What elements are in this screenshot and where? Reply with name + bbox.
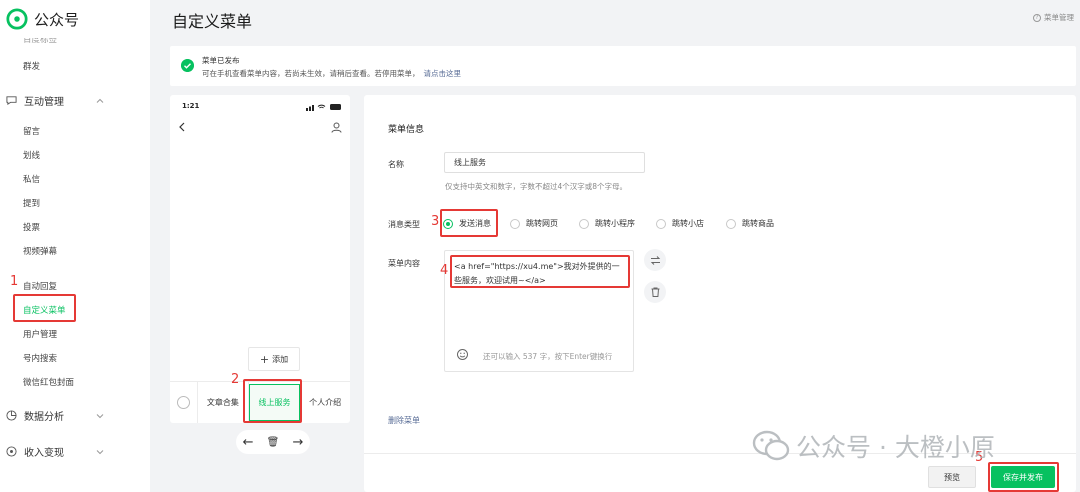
menu-help-link[interactable]: ? 菜单管理 (1033, 12, 1074, 23)
sidebar-item-underline[interactable]: 划线 (23, 149, 40, 161)
char-count-hint: 还可以输入 537 字，按下Enter键换行 (483, 352, 613, 361)
radio-open-webpage[interactable]: 跳转网页 (510, 218, 558, 229)
radio-icon (726, 218, 736, 229)
delete-menu-link[interactable]: 删除菜单 (388, 415, 420, 426)
delete-content-button[interactable] (644, 281, 666, 303)
check-circle-icon (181, 59, 194, 72)
watermark: 公众号 · 大橙小原 (752, 428, 995, 464)
name-label: 名称 (388, 160, 404, 169)
sidebar-group-label: 互动管理 (24, 97, 64, 108)
menu-order-controls: ← 🗑 → (236, 430, 310, 454)
sidebar-item-comments[interactable]: 留言 (23, 125, 40, 137)
chevron-up-icon (96, 98, 104, 103)
add-menu-label: 添加 (272, 354, 289, 364)
annotation-number-3: 3 (431, 214, 440, 229)
notice-body: 可在手机查看菜单内容，若尚未生效，请稍后查看。若停用菜单， (202, 69, 420, 78)
sidebar-item-mass-send[interactable]: 群发 (23, 60, 40, 72)
help-link-label: 菜单管理 (1044, 13, 1074, 22)
radio-label: 跳转小店 (672, 219, 704, 228)
radio-icon (579, 218, 589, 229)
sidebar-group-analytics[interactable]: 数据分析 (6, 408, 116, 423)
brand-logo[interactable]: 公众号 (6, 8, 79, 30)
swap-button[interactable] (644, 249, 666, 271)
notice-title: 菜单已发布 (202, 56, 240, 65)
coin-icon (6, 446, 17, 457)
type-label: 消息类型 (388, 220, 420, 229)
wechat-bubble-icon (752, 430, 790, 461)
sidebar-item-votes[interactable]: 投票 (23, 221, 40, 233)
watermark-text: 公众号 · 大橙小原 (796, 433, 995, 462)
menu-item-about[interactable]: 个人介绍 (300, 382, 350, 423)
notice-link[interactable]: 请点击这里 (424, 69, 462, 78)
sidebar-item-mentions[interactable]: 提到 (23, 197, 40, 209)
radio-open-miniprogram[interactable]: 跳转小程序 (579, 218, 635, 229)
name-hint: 仅支持中英文和数字，字数不超过4个汉字或8个字母。 (445, 182, 628, 191)
page-title: 自定义菜单 (172, 12, 253, 31)
radio-label: 跳转小程序 (595, 219, 635, 228)
sidebar-group-revenue[interactable]: 收入变现 (6, 444, 116, 459)
radio-icon (656, 218, 666, 229)
annotation-box-5 (988, 462, 1059, 492)
chevron-down-icon (96, 449, 104, 454)
keyboard-icon (177, 396, 190, 409)
annotation-box-3 (440, 209, 498, 237)
phone-time: 1:21 (182, 102, 200, 110)
swap-icon (650, 255, 660, 265)
notice-text: 可在手机查看菜单内容，若尚未生效，请稍后查看。若停用菜单， 请点击这里 (202, 68, 461, 79)
annotation-box-2 (243, 379, 302, 423)
section-title: 菜单信息 (388, 125, 425, 135)
phone-preview: 1:21 + 添加 文章合集 线上服务 个人介绍 (170, 95, 350, 423)
keyboard-switch[interactable] (170, 382, 198, 423)
chevron-down-icon (96, 413, 104, 418)
radio-open-shop[interactable]: 跳转小店 (656, 218, 704, 229)
brand-name: 公众号 (34, 10, 80, 29)
trash-icon[interactable]: 🗑 (267, 437, 280, 448)
plus-icon: + (259, 352, 270, 366)
preview-button[interactable]: 预览 (928, 466, 976, 488)
sidebar-item-auto-reply[interactable]: 自动回复 (23, 280, 57, 292)
annotation-box-1 (13, 294, 76, 322)
sidebar-item-messages[interactable]: 私信 (23, 173, 40, 185)
chart-icon (6, 410, 17, 421)
sidebar-item-red-packet[interactable]: 微信红包封面 (23, 376, 74, 388)
annotation-box-4 (450, 255, 630, 288)
annotation-number-2: 2 (231, 372, 240, 387)
user-icon[interactable] (331, 122, 342, 133)
sidebar-item-search[interactable]: 号内搜索 (23, 352, 57, 364)
move-right-icon[interactable]: → (293, 435, 304, 450)
comment-icon (6, 96, 17, 106)
add-menu-button[interactable]: + 添加 (248, 347, 300, 371)
emoji-icon[interactable] (457, 349, 468, 360)
trash-icon (651, 287, 659, 297)
sidebar-item-cut[interactable]: 百度标签 (23, 38, 57, 45)
sidebar: 公众号 百度标签 群发 互动管理 留言 划线 私信 提到 投票 视频弹幕 自动回… (0, 0, 150, 492)
sidebar-group-label: 数据分析 (24, 412, 64, 423)
back-icon[interactable] (178, 122, 186, 132)
radio-label: 跳转网页 (526, 219, 558, 228)
sidebar-group-label: 收入变现 (24, 448, 64, 459)
sidebar-group-interact[interactable]: 互动管理 (6, 93, 116, 108)
publish-notice: 菜单已发布 可在手机查看菜单内容，若尚未生效，请稍后查看。若停用菜单， 请点击这里 (170, 46, 1076, 86)
content-label: 菜单内容 (388, 259, 420, 268)
radio-icon (510, 218, 520, 229)
annotation-number-4: 4 (440, 263, 449, 278)
sidebar-item-danmaku[interactable]: 视频弹幕 (23, 245, 57, 257)
menu-name-input[interactable] (444, 152, 645, 173)
help-icon: ? (1033, 13, 1041, 22)
move-left-icon[interactable]: ← (243, 435, 254, 450)
radio-label: 跳转商品 (742, 219, 774, 228)
menu-item-articles[interactable]: 文章合集 (198, 382, 249, 423)
radio-open-product[interactable]: 跳转商品 (726, 218, 774, 229)
wechat-logo-icon (6, 8, 28, 30)
annotation-number-1: 1 (10, 274, 19, 289)
sidebar-item-users[interactable]: 用户管理 (23, 328, 57, 340)
status-bar-icons (306, 104, 341, 111)
